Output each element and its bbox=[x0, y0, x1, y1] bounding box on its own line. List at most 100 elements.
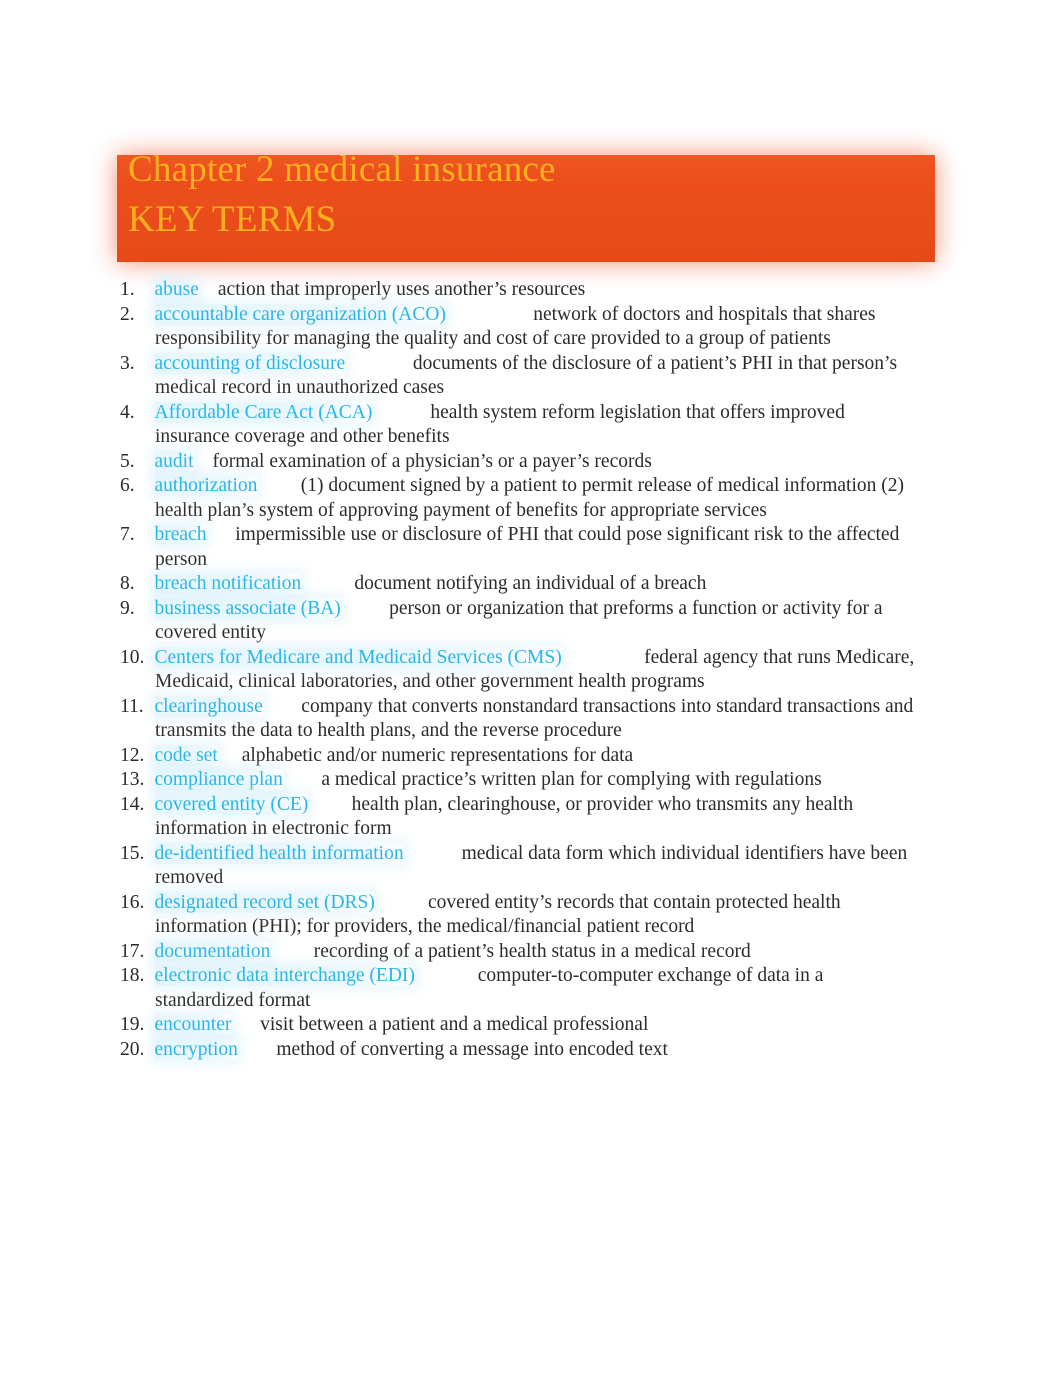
key-term: accounting of disclosure bbox=[154, 352, 346, 374]
list-item-body: breach impermissible use or disclosure o… bbox=[154, 523, 920, 572]
key-term: audit bbox=[154, 450, 194, 472]
list-item-number: 18. bbox=[120, 965, 145, 986]
title-banner: Chapter 2 medical insurance KEY TERMS bbox=[100, 140, 960, 275]
list-item: 18. electronic data interchange (EDI) com… bbox=[120, 964, 920, 1013]
key-term: code set bbox=[154, 744, 218, 766]
key-term: electronic data interchange (EDI) bbox=[154, 965, 415, 986]
key-term: designated record set (DRS) bbox=[154, 891, 375, 913]
list-item-body: documentation recording of a patient’s h… bbox=[154, 940, 920, 965]
list-item-body: accounting of disclosure documents of th… bbox=[154, 352, 920, 401]
list-item-number: 13. bbox=[120, 769, 145, 790]
list-item-body: audit formal examination of a physician’… bbox=[154, 450, 920, 475]
key-term-definition: visit between a patient and a medical pr… bbox=[260, 1014, 649, 1035]
tab-gap bbox=[194, 450, 213, 475]
key-term: encryption bbox=[154, 1038, 238, 1060]
tab-gap bbox=[283, 768, 322, 793]
key-term: de-identified health information bbox=[154, 842, 404, 864]
list-item: 17. documentation recording of a patient’… bbox=[120, 940, 920, 965]
page-title-line-1: Chapter 2 medical insurance bbox=[128, 149, 556, 190]
list-item-number: 5. bbox=[120, 450, 135, 472]
list-item-body: compliance plan a medical practice’s wri… bbox=[154, 768, 920, 793]
list-item-number: 16. bbox=[120, 891, 145, 913]
list-item-number: 20. bbox=[120, 1038, 145, 1060]
key-term-definition: recording of a patient’s health status i… bbox=[313, 940, 751, 962]
key-term-definition: impermissible use or disclosure of PHI t… bbox=[155, 524, 900, 570]
key-term: encounter bbox=[154, 1014, 232, 1035]
key-term: documentation bbox=[154, 940, 271, 962]
tab-gap bbox=[372, 401, 430, 426]
list-item: 20. encryption method of converting a mes… bbox=[120, 1038, 920, 1063]
list-item-number: 6. bbox=[120, 475, 135, 496]
tab-gap bbox=[308, 793, 351, 818]
key-term: authorization bbox=[154, 475, 258, 496]
list-item-number: 15. bbox=[120, 842, 145, 864]
key-term-definition: a medical practice’s written plan for co… bbox=[321, 769, 822, 790]
tab-gap bbox=[345, 352, 413, 377]
key-term-definition: formal examination of a physician’s or a… bbox=[212, 450, 652, 472]
list-item: 5. audit formal examination of a physicia… bbox=[120, 450, 920, 475]
list-item-number: 7. bbox=[120, 524, 135, 545]
list-item: 14. covered entity (CE) health plan, clea… bbox=[120, 793, 920, 842]
list-item: 2. accountable care organization (ACO) ne… bbox=[120, 303, 920, 352]
list-item-number: 4. bbox=[120, 401, 135, 423]
page-title-line-2: KEY TERMS bbox=[128, 199, 337, 240]
key-term: covered entity (CE) bbox=[154, 793, 309, 815]
tab-gap bbox=[238, 1038, 277, 1063]
list-item: 10. Centers for Medicare and Medicaid Ser… bbox=[120, 646, 920, 695]
list-item-body: clearinghouse company that converts nons… bbox=[154, 695, 920, 744]
list-item-number: 17. bbox=[120, 940, 145, 962]
page-title: Chapter 2 medical insurance KEY TERMS bbox=[128, 145, 908, 245]
key-term: abuse bbox=[154, 279, 199, 300]
list-item-number: 8. bbox=[120, 573, 135, 594]
key-term: Centers for Medicare and Medicaid Servic… bbox=[154, 646, 562, 668]
list-item-body: encryption method of converting a messag… bbox=[154, 1038, 920, 1063]
tab-gap bbox=[218, 744, 242, 769]
key-term: breach notification bbox=[154, 573, 302, 594]
tab-gap bbox=[446, 303, 533, 328]
tab-gap bbox=[404, 842, 462, 867]
tab-gap bbox=[301, 572, 354, 597]
list-item: 13. compliance plan a medical practice’s … bbox=[120, 768, 920, 793]
list-item: 15. de-identified health information medi… bbox=[120, 842, 920, 891]
list-item-body: covered entity (CE) health plan, clearin… bbox=[154, 793, 920, 842]
list-item-body: designated record set (DRS) covered enti… bbox=[154, 891, 920, 940]
tab-gap bbox=[341, 597, 389, 622]
key-terms-list: 1. abuse action that improperly uses anot… bbox=[120, 278, 920, 1062]
tab-gap bbox=[199, 278, 218, 303]
list-item-number: 2. bbox=[120, 303, 135, 325]
list-item-number: 3. bbox=[120, 352, 135, 374]
key-term: breach bbox=[154, 524, 207, 545]
list-item-body: encounter visit between a patient and a … bbox=[154, 1013, 920, 1038]
list-item-number: 10. bbox=[120, 646, 145, 668]
tab-gap bbox=[257, 474, 300, 499]
list-item-body: accountable care organization (ACO) netw… bbox=[154, 303, 920, 352]
list-item-body: electronic data interchange (EDI) comput… bbox=[154, 964, 920, 1013]
key-term-definition: alphabetic and/or numeric representation… bbox=[241, 744, 634, 766]
key-term: compliance plan bbox=[154, 769, 283, 790]
list-item-body: Centers for Medicare and Medicaid Servic… bbox=[154, 646, 920, 695]
tab-gap bbox=[375, 891, 428, 916]
tab-gap bbox=[231, 1013, 260, 1038]
key-term-definition: action that improperly uses another’s re… bbox=[217, 279, 586, 300]
list-item-body: authorization (1) document signed by a p… bbox=[154, 474, 920, 523]
list-item-body: Affordable Care Act (ACA) health system … bbox=[154, 401, 920, 450]
key-term: accountable care organization (ACO) bbox=[154, 303, 446, 325]
tab-gap bbox=[263, 695, 302, 720]
list-item-number: 1. bbox=[120, 279, 135, 300]
list-item: 12. code set alphabetic and/or numeric re… bbox=[120, 744, 920, 769]
list-item: 11. clearinghouse company that converts n… bbox=[120, 695, 920, 744]
list-item: 3. accounting of disclosure documents of … bbox=[120, 352, 920, 401]
key-term-definition: document notifying an individual of a br… bbox=[354, 573, 707, 594]
list-item-number: 9. bbox=[120, 597, 135, 619]
list-item-number: 11. bbox=[120, 695, 144, 717]
list-item: 19. encounter visit between a patient and… bbox=[120, 1013, 920, 1038]
tab-gap bbox=[206, 523, 235, 548]
list-item: 9. business associate (BA) person or orga… bbox=[120, 597, 920, 646]
list-item: 1. abuse action that improperly uses anot… bbox=[120, 278, 920, 303]
tab-gap bbox=[270, 940, 313, 965]
list-item: 6. authorization (1) document signed by a… bbox=[120, 474, 920, 523]
key-term: Affordable Care Act (ACA) bbox=[154, 401, 373, 423]
list-item-body: abuse action that improperly uses anothe… bbox=[154, 278, 920, 303]
list-item-number: 14. bbox=[120, 793, 145, 815]
list-item-body: code set alphabetic and/or numeric repre… bbox=[154, 744, 920, 769]
